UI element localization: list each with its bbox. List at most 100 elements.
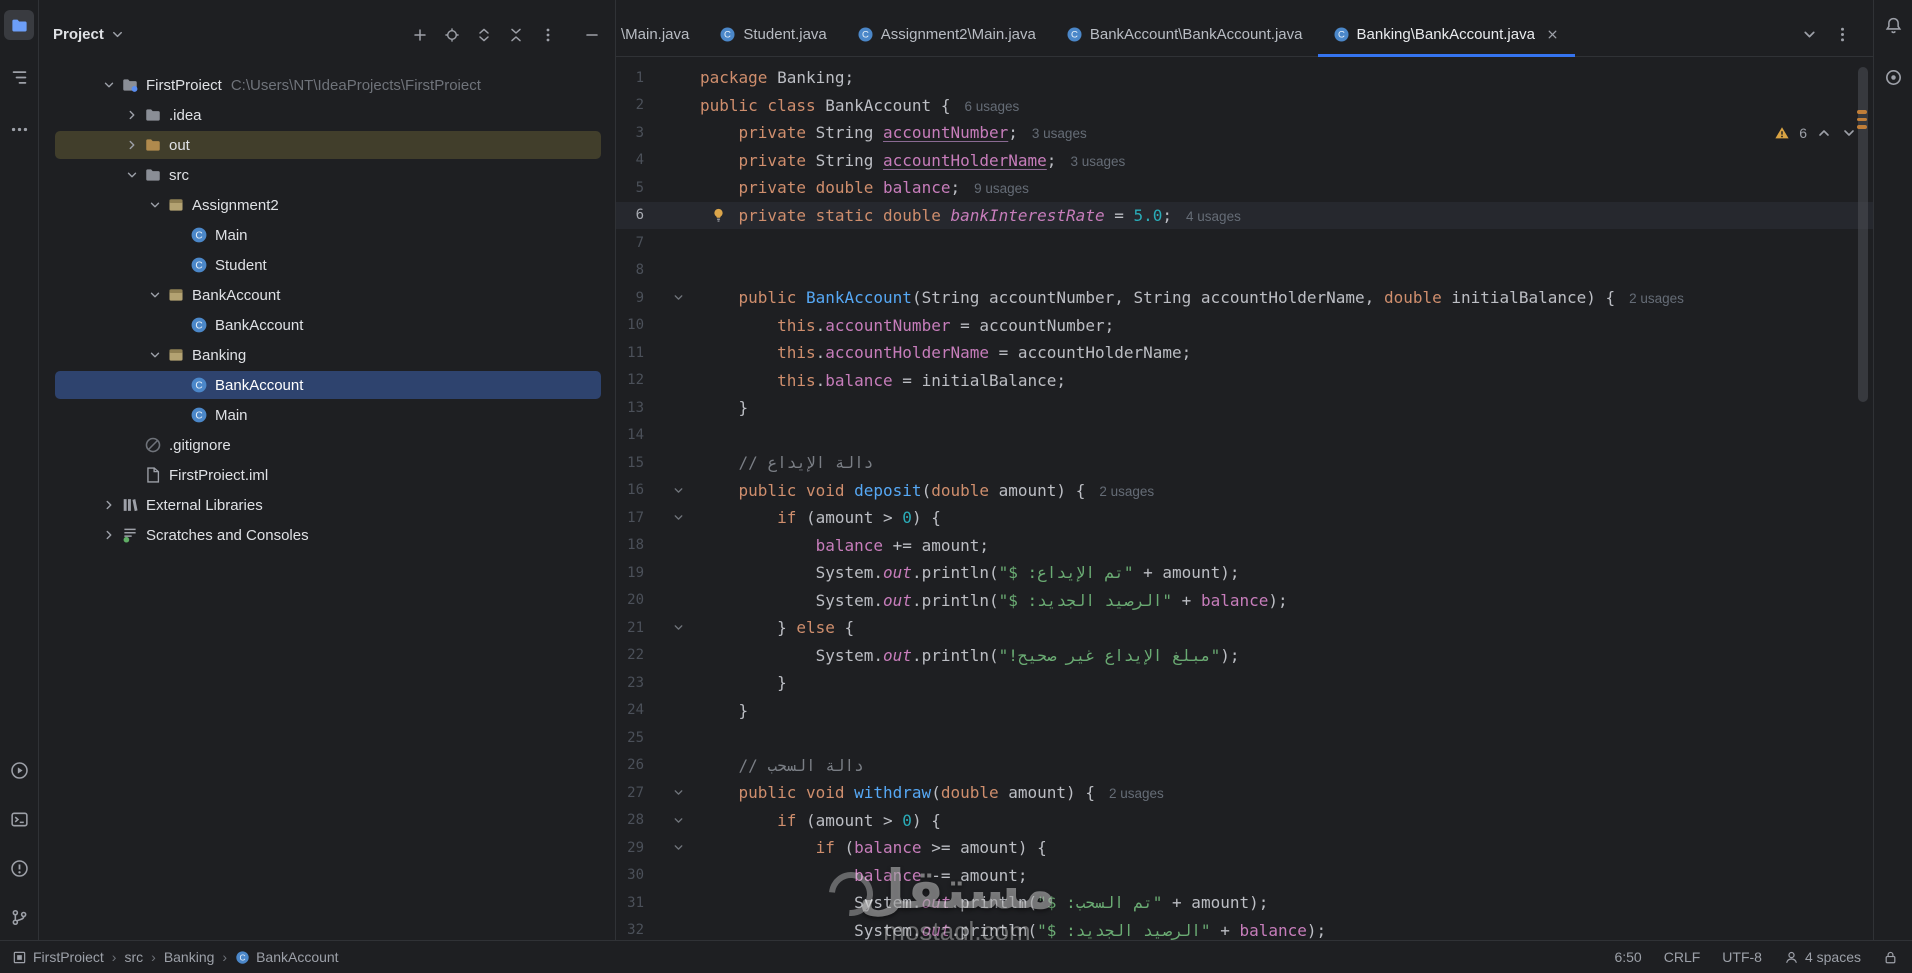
structure-tool-window-button[interactable]	[4, 62, 34, 92]
line-number[interactable]: 13	[616, 400, 656, 416]
line-number[interactable]: 18	[616, 537, 656, 553]
line-number[interactable]: 10	[616, 317, 656, 333]
editor-tab-banking-bankaccount-java[interactable]: C Banking\BankAccount.java	[1317, 12, 1576, 57]
fold-chevron-icon[interactable]	[656, 484, 700, 497]
code-line-32[interactable]: 32 System.out.println("الرصيد الجديد: $"…	[616, 917, 1873, 941]
problems-tool-window-button[interactable]	[4, 853, 34, 883]
code-line-12[interactable]: 12 this.balance = initialBalance;	[616, 367, 1873, 395]
chevron-down-icon[interactable]	[145, 347, 165, 363]
tree-item-bankaccount[interactable]: C BankAccount	[39, 310, 615, 340]
line-number[interactable]: 3	[616, 125, 656, 141]
indent-style[interactable]: 4 spaces	[1784, 949, 1861, 965]
line-separator[interactable]: CRLF	[1664, 949, 1701, 965]
fold-chevron-icon[interactable]	[656, 814, 700, 827]
code-line-16[interactable]: 16 public void deposit(double amount) {2…	[616, 477, 1873, 505]
code-line-22[interactable]: 22 System.out.println("مبلغ الإيداع غير …	[616, 642, 1873, 670]
code-line-30[interactable]: 30 balance -= amount;	[616, 862, 1873, 890]
line-number[interactable]: 17	[616, 510, 656, 526]
tab-options-kebab-icon[interactable]	[1834, 26, 1851, 43]
code-line-1[interactable]: 1 package Banking;	[616, 64, 1873, 92]
tree-item-firstproiect[interactable]: FirstProiect C:\Users\NT\IdeaProjects\Fir…	[39, 70, 615, 100]
line-number[interactable]: 5	[616, 180, 656, 196]
line-number[interactable]: 1	[616, 70, 656, 86]
code-line-28[interactable]: 28 if (amount > 0) {	[616, 807, 1873, 835]
tree-item-src[interactable]: src	[39, 160, 615, 190]
code-line-17[interactable]: 17 if (amount > 0) {	[616, 504, 1873, 532]
code-line-24[interactable]: 24 }	[616, 697, 1873, 725]
tree-item-bankaccount[interactable]: C BankAccount	[39, 370, 615, 400]
line-number[interactable]: 24	[616, 702, 656, 718]
inspections-widget[interactable]: 6	[1774, 125, 1857, 141]
code-line-4[interactable]: 4 private String accountHolderName; 3 usa…	[616, 147, 1873, 175]
line-number[interactable]: 15	[616, 455, 656, 471]
code-line-8[interactable]: 8	[616, 257, 1873, 285]
fold-chevron-icon[interactable]	[656, 291, 700, 304]
tree-item-main[interactable]: C Main	[39, 220, 615, 250]
intention-bulb-icon[interactable]	[710, 207, 727, 224]
line-number[interactable]: 30	[616, 867, 656, 883]
breadcrumb-item-bankaccount[interactable]: C BankAccount	[235, 949, 339, 965]
tree-item-assignment2[interactable]: Assignment2	[39, 190, 615, 220]
notifications-button[interactable]	[1878, 10, 1908, 40]
chevron-right-icon[interactable]	[99, 497, 119, 513]
line-number[interactable]: 20	[616, 592, 656, 608]
project-tool-window-button[interactable]	[4, 10, 34, 40]
tree-item-student[interactable]: C Student	[39, 250, 615, 280]
editor-tab-student-java[interactable]: C Student.java	[704, 12, 841, 56]
code-editor[interactable]: 1 package Banking; 2 public class BankAccou…	[616, 57, 1873, 940]
tree-item-out[interactable]: out	[39, 130, 615, 160]
line-number[interactable]: 29	[616, 840, 656, 856]
line-number[interactable]: 32	[616, 922, 656, 938]
code-line-29[interactable]: 29 if (balance >= amount) {	[616, 834, 1873, 862]
line-number[interactable]: 6	[616, 207, 656, 223]
more-tool-windows-button[interactable]	[4, 114, 34, 144]
tree-item-main[interactable]: C Main	[39, 400, 615, 430]
read-only-toggle[interactable]	[1883, 950, 1898, 965]
tree-item-scratches-and-consoles[interactable]: Scratches and Consoles	[39, 520, 615, 550]
line-number[interactable]: 2	[616, 97, 656, 113]
code-line-18[interactable]: 18 balance += amount;	[616, 532, 1873, 560]
chevron-down-icon[interactable]	[145, 287, 165, 303]
line-number[interactable]: 26	[616, 757, 656, 773]
chevron-down-icon[interactable]	[145, 197, 165, 213]
previous-problem-chevron-up-icon[interactable]	[1816, 125, 1832, 141]
code-line-23[interactable]: 23 }	[616, 669, 1873, 697]
line-number[interactable]: 31	[616, 895, 656, 911]
code-line-31[interactable]: 31 System.out.println("تم السحب: $" + am…	[616, 889, 1873, 917]
file-encoding[interactable]: UTF-8	[1722, 949, 1762, 965]
line-number[interactable]: 11	[616, 345, 656, 361]
editor-tab-assignment2-main-java[interactable]: C Assignment2\Main.java	[842, 12, 1051, 56]
breadcrumb-item-src[interactable]: src	[124, 949, 143, 965]
code-line-3[interactable]: 3 private String accountNumber; 3 usages	[616, 119, 1873, 147]
line-number[interactable]: 4	[616, 152, 656, 168]
editor-tab-bankaccount-bankaccount-java[interactable]: C BankAccount\BankAccount.java	[1051, 12, 1318, 56]
fold-chevron-icon[interactable]	[656, 786, 700, 799]
line-number[interactable]: 9	[616, 290, 656, 306]
chevron-down-icon[interactable]	[122, 167, 142, 183]
code-line-10[interactable]: 10 this.accountNumber = accountNumber;	[616, 312, 1873, 340]
chevron-right-icon[interactable]	[122, 107, 142, 123]
code-line-9[interactable]: 9 public BankAccount(String accountNumbe…	[616, 284, 1873, 312]
more-options-button[interactable]	[536, 23, 559, 46]
line-number[interactable]: 22	[616, 647, 656, 663]
chevron-down-icon[interactable]	[99, 77, 119, 93]
code-line-13[interactable]: 13 }	[616, 394, 1873, 422]
code-line-7[interactable]: 7	[616, 229, 1873, 257]
tree-item-gitignore[interactable]: .gitignore	[39, 430, 615, 460]
tree-item-bankaccount[interactable]: BankAccount	[39, 280, 615, 310]
project-panel-title[interactable]: Project	[53, 26, 125, 43]
editor-tab-main-java[interactable]: \Main.java	[616, 12, 704, 56]
terminal-tool-window-button[interactable]	[4, 804, 34, 834]
chevron-right-icon[interactable]	[122, 137, 142, 153]
hide-panel-button[interactable]	[580, 23, 603, 46]
tree-item-idea[interactable]: .idea	[39, 100, 615, 130]
line-number[interactable]: 27	[616, 785, 656, 801]
breadcrumb-item-firstproiect[interactable]: FirstProiect	[12, 949, 104, 965]
code-line-11[interactable]: 11 this.accountHolderName = accountHolde…	[616, 339, 1873, 367]
line-number[interactable]: 28	[616, 812, 656, 828]
code-line-2[interactable]: 2 public class BankAccount {6 usages	[616, 92, 1873, 120]
fold-chevron-icon[interactable]	[656, 841, 700, 854]
circle-tool-window-button[interactable]	[1878, 62, 1908, 92]
chevron-right-icon[interactable]	[99, 527, 119, 543]
code-line-6[interactable]: 6 private static double bankInterestRate…	[616, 201, 1873, 229]
